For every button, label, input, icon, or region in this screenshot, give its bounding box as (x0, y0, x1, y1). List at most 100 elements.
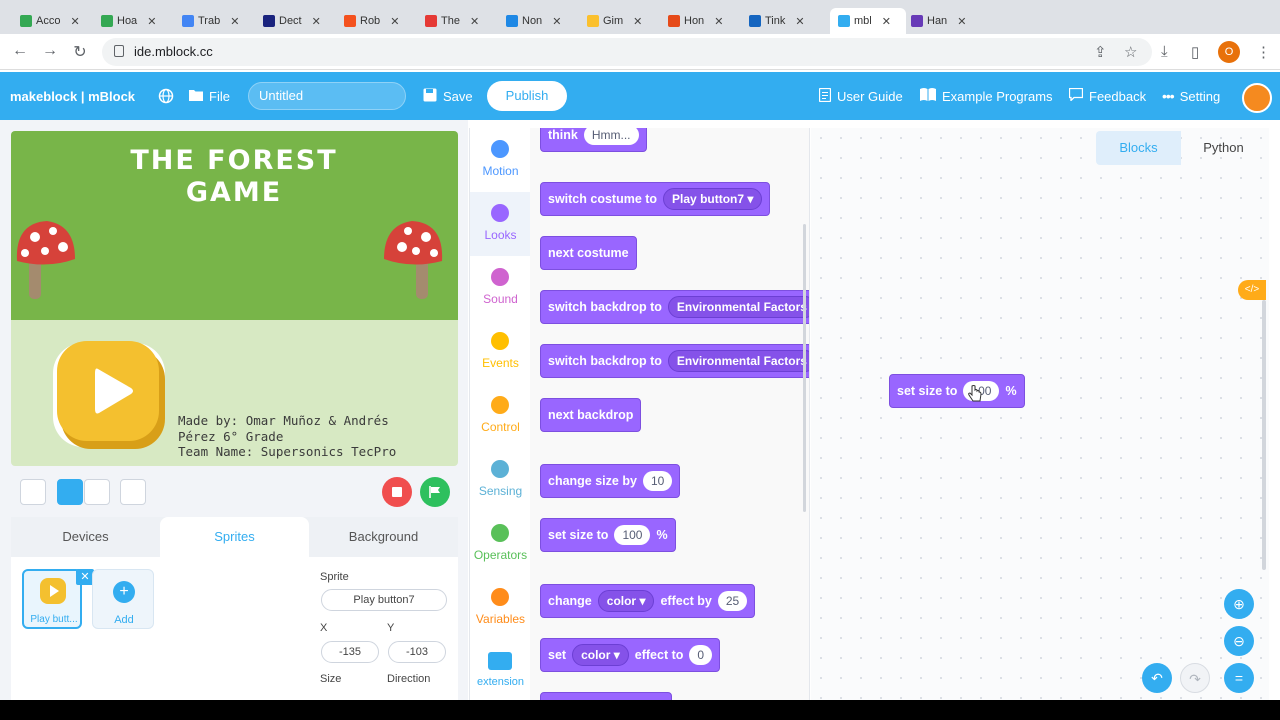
tab-close-icon[interactable]: ✕ (795, 15, 804, 28)
workspace-set-size-block[interactable]: set size to 100 % (889, 374, 1025, 408)
setting-menu[interactable]: ••• Setting (1162, 72, 1220, 120)
tab-close-icon[interactable]: ✕ (70, 15, 79, 28)
category-events[interactable]: Events (470, 320, 531, 384)
effect-dropdown[interactable]: color ▾ (597, 590, 655, 612)
add-sprite-button[interactable]: + Add (92, 569, 154, 629)
category-extension[interactable]: extension (470, 640, 531, 704)
tab-close-icon[interactable]: ✕ (147, 15, 156, 28)
block-input[interactable]: 10 (642, 471, 673, 491)
file-menu[interactable]: File (189, 72, 230, 120)
user-avatar[interactable] (1242, 83, 1272, 113)
browser-profile-avatar[interactable]: O (1218, 41, 1240, 63)
feedback-link[interactable]: Feedback (1068, 72, 1146, 120)
tab-python[interactable]: Python (1181, 131, 1266, 165)
play-button-sprite[interactable] (53, 339, 165, 451)
browser-tab[interactable]: Hon ✕ (668, 8, 744, 34)
browser-tab[interactable]: mbl ✕ (830, 8, 906, 34)
tab-close-icon[interactable]: ✕ (714, 15, 723, 28)
block-input[interactable]: Hmm... (583, 128, 639, 145)
share-icon[interactable]: ⇪ (1094, 43, 1107, 61)
stop-button[interactable] (382, 477, 412, 507)
browser-tab[interactable]: Han ✕ (911, 8, 987, 34)
x-field[interactable]: -135 (321, 641, 379, 663)
category-variables[interactable]: Variables (470, 576, 531, 640)
tab-close-icon[interactable]: ✕ (230, 15, 239, 28)
browser-tab[interactable]: The ✕ (425, 8, 501, 34)
zoom-out-icon[interactable]: ⊖ (1224, 626, 1254, 656)
effect-dropdown[interactable]: color ▾ (572, 644, 629, 666)
block-input[interactable]: 25 (717, 591, 748, 611)
tab-close-icon[interactable]: ✕ (882, 15, 891, 28)
green-flag-button[interactable] (420, 477, 450, 507)
browser-tab[interactable]: Acco ✕ (20, 8, 96, 34)
example-programs-link[interactable]: Example Programs (920, 72, 1053, 120)
tab-close-icon[interactable]: ✕ (957, 15, 966, 28)
small-stage-layout-icon[interactable] (84, 479, 110, 505)
tab-close-icon[interactable]: ✕ (390, 15, 399, 28)
large-stage-layout-icon[interactable] (57, 479, 83, 505)
category-control[interactable]: Control (470, 384, 531, 448)
tab-close-icon[interactable]: ✕ (312, 15, 321, 28)
tab-close-icon[interactable]: ✕ (552, 15, 561, 28)
reload-icon[interactable]: ↻ (70, 42, 90, 62)
tab-blocks[interactable]: Blocks (1096, 131, 1181, 165)
next-backdrop-block[interactable]: next backdrop (540, 398, 642, 432)
next-costume-block[interactable]: next costume (540, 236, 637, 270)
costume-dropdown[interactable]: Play button7 ▾ (663, 188, 763, 210)
clear-effects-block[interactable] (540, 692, 672, 700)
y-field[interactable]: -103 (388, 641, 446, 663)
change-effect-block[interactable]: change color ▾ effect by 25 (540, 584, 756, 618)
side-panel-icon[interactable]: ▯ (1191, 43, 1199, 61)
tab-close-icon[interactable]: ✕ (470, 15, 479, 28)
block-input[interactable]: 0 (689, 645, 713, 665)
browser-tab[interactable]: Rob ✕ (344, 8, 420, 34)
globe-icon[interactable] (158, 72, 174, 120)
browser-tab[interactable]: Trab ✕ (182, 8, 258, 34)
block-input[interactable]: 100 (614, 525, 651, 545)
grid-layout-icon[interactable] (120, 479, 146, 505)
undo-icon[interactable]: ↶ (1142, 663, 1172, 693)
browser-menu-icon[interactable]: ⋮ (1256, 43, 1271, 61)
category-sound[interactable]: Sound (470, 256, 531, 320)
stage-canvas[interactable]: THE FOREST GAME Made by: Omar Muñoz & An… (11, 131, 458, 466)
switch-backdrop-and-wait-block[interactable]: switch backdrop to Environmental Factors (540, 344, 809, 378)
tab-devices[interactable]: Devices (11, 517, 160, 557)
tab-background[interactable]: Background (309, 517, 458, 557)
fullscreen-icon[interactable] (20, 479, 46, 505)
browser-tab[interactable]: Dect ✕ (263, 8, 339, 34)
set-size-block[interactable]: set size to 100 % (540, 518, 676, 552)
tab-close-icon[interactable]: ✕ (633, 15, 642, 28)
publish-button[interactable]: Publish (487, 81, 567, 111)
redo-icon[interactable]: ↷ (1180, 663, 1210, 693)
tab-sprites[interactable]: Sprites (160, 517, 309, 557)
sprite-name-field[interactable]: Play button7 (321, 589, 447, 611)
switch-backdrop-block[interactable]: switch backdrop to Environmental Factors (540, 290, 809, 324)
zoom-in-icon[interactable]: ⊕ (1224, 589, 1254, 619)
back-arrow-icon[interactable]: ← (10, 42, 30, 60)
address-bar[interactable]: ide.mblock.cc (102, 38, 1152, 66)
code-toggle-button[interactable]: </> (1238, 280, 1266, 300)
browser-tab[interactable]: Gim ✕ (587, 8, 663, 34)
browser-tab[interactable]: Tink ✕ (749, 8, 825, 34)
user-guide-link[interactable]: User Guide (818, 72, 903, 120)
project-title-input[interactable]: Untitled (248, 82, 406, 110)
backdrop-dropdown[interactable]: Environmental Factors (667, 296, 809, 318)
bookmark-star-icon[interactable]: ☆ (1124, 43, 1137, 61)
category-operators[interactable]: Operators (470, 512, 531, 576)
backdrop-dropdown[interactable]: Environmental Factors (667, 350, 809, 372)
set-effect-block[interactable]: set color ▾ effect to 0 (540, 638, 721, 672)
switch-costume-block[interactable]: switch costume to Play button7 ▾ (540, 182, 771, 216)
workspace-scrollbar[interactable] (1262, 300, 1266, 570)
category-looks[interactable]: Looks (470, 192, 531, 256)
download-icon[interactable]: ⤓ (1161, 43, 1168, 60)
category-sensing[interactable]: Sensing (470, 448, 531, 512)
forward-arrow-icon[interactable]: → (40, 42, 60, 60)
think-block[interactable]: think Hmm... (540, 128, 647, 152)
save-button[interactable]: Save (423, 72, 473, 120)
zoom-reset-icon[interactable]: = (1224, 663, 1254, 693)
palette-scrollbar[interactable] (803, 224, 806, 512)
sprite-thumbnail[interactable]: Play butt... ✕ (22, 569, 94, 629)
browser-tab[interactable]: Non ✕ (506, 8, 582, 34)
script-workspace[interactable] (811, 128, 1269, 700)
change-size-block[interactable]: change size by 10 (540, 464, 681, 498)
